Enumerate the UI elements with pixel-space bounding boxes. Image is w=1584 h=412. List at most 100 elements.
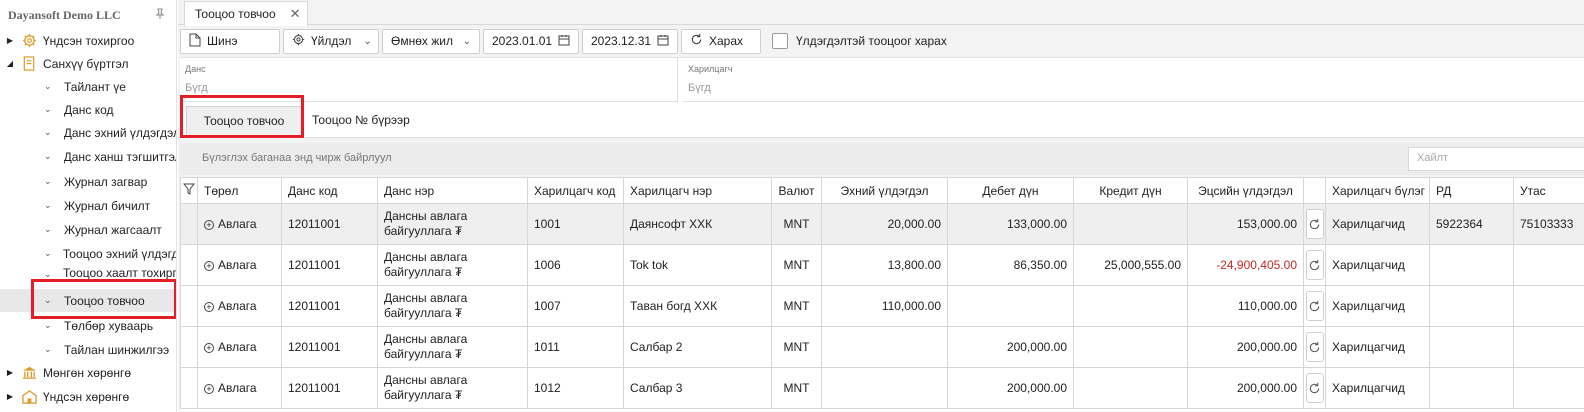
table-row[interactable]: + Авлага 12011001 Дансны авлага байгуулла… xyxy=(180,285,1584,327)
expand-arrow-icon[interactable]: ▶ xyxy=(5,392,15,401)
cell-currency[interactable]: MNT xyxy=(771,326,822,368)
sidebar-item-journal-template[interactable]: ⌄ Журнал загвар xyxy=(0,170,176,193)
col-partner-code[interactable]: Харилцагч код xyxy=(527,177,624,204)
cell-partner-name[interactable]: Салбар 3 xyxy=(623,367,772,409)
sidebar-item-account-opening[interactable]: ⌄ Данс эхний үлдэгдэл xyxy=(0,121,176,144)
sidebar-item-journal-entry[interactable]: ⌄ Журнал бичилт xyxy=(0,194,176,217)
sidebar-item-journal-list[interactable]: ⌄ Журнал жагсаалт xyxy=(0,218,176,241)
sidebar-item-cash[interactable]: ▶ Мөнгөн хөрөнгө xyxy=(0,361,176,384)
cell-phone[interactable] xyxy=(1513,367,1584,409)
expand-row-icon[interactable]: + xyxy=(204,261,214,271)
expand-arrow-icon[interactable]: ▶ xyxy=(5,36,15,45)
balance-checkbox[interactable] xyxy=(772,33,788,49)
cell-debit[interactable]: 200,000.00 xyxy=(947,367,1074,409)
cell-closing-balance[interactable]: 110,000.00 xyxy=(1187,285,1304,327)
cell-account-code[interactable]: 12011001 xyxy=(281,203,378,245)
sidebar-item-rate-adjust[interactable]: ⌄ Данс ханш тэгшитгэл xyxy=(0,145,176,168)
cell-opening-balance[interactable] xyxy=(821,367,948,409)
group-panel[interactable]: Бүлэглэх баганаа энд чирж байрлуул Хайлт xyxy=(180,143,1584,175)
pin-icon[interactable] xyxy=(154,8,166,23)
cell-closing-balance[interactable]: 153,000.00 xyxy=(1187,203,1304,245)
table-row[interactable]: + Авлага 12011001 Дансны авлага байгуулла… xyxy=(180,367,1584,409)
cell-debit[interactable]: 200,000.00 xyxy=(947,326,1074,368)
cell-closing-balance[interactable]: 200,000.00 xyxy=(1187,367,1304,409)
table-row[interactable]: + Авлага 12011001 Дансны авлага байгуулла… xyxy=(180,326,1584,368)
cell-credit[interactable]: 25,000,555.00 xyxy=(1073,244,1188,286)
col-account-name[interactable]: Данс нэр xyxy=(377,177,528,204)
cell-currency[interactable]: MNT xyxy=(771,203,822,245)
cell-type[interactable]: + Авлага xyxy=(197,244,282,286)
cell-debit[interactable]: 86,350.00 xyxy=(947,244,1074,286)
cell-debit[interactable]: 133,000.00 xyxy=(947,203,1074,245)
refresh-icon[interactable] xyxy=(1305,332,1324,362)
cell-credit[interactable] xyxy=(1073,367,1188,409)
cell-opening-balance[interactable]: 110,000.00 xyxy=(821,285,948,327)
period-dropdown[interactable]: Өмнөх жил ⌄ xyxy=(382,28,480,54)
col-closing-balance[interactable]: Эцсийн үлдэгдэл xyxy=(1187,177,1304,204)
sidebar-item-period[interactable]: ⌄ Тайлант үе xyxy=(0,75,176,98)
sidebar-item-basic-settings[interactable]: ▶ Үндсэн тохиргоо xyxy=(0,29,176,52)
cell-partner-group[interactable]: Харилцагчид xyxy=(1325,203,1430,245)
sidebar-item-settlement-opening[interactable]: ⌄ Тооцоо эхний үлдэгдэл xyxy=(0,242,176,265)
cell-partner-group[interactable]: Харилцагчид xyxy=(1325,367,1430,409)
col-partner-name[interactable]: Харилцагч нэр xyxy=(623,177,772,204)
cell-type[interactable]: + Авлага xyxy=(197,285,282,327)
cell-account-code[interactable]: 12011001 xyxy=(281,326,378,368)
table-row[interactable]: + Авлага 12011001 Дансны авлага байгуулла… xyxy=(180,244,1584,286)
cell-partner-group[interactable]: Харилцагчид xyxy=(1325,326,1430,368)
cell-credit[interactable] xyxy=(1073,203,1188,245)
cell-credit[interactable] xyxy=(1073,285,1188,327)
cell-rd[interactable] xyxy=(1429,285,1514,327)
calendar-icon[interactable] xyxy=(657,34,669,49)
view-button[interactable]: Харах xyxy=(681,28,761,54)
expand-row-icon[interactable]: + xyxy=(204,302,214,312)
col-debit[interactable]: Дебет дүн xyxy=(947,177,1074,204)
cell-partner-name[interactable]: Tok tok xyxy=(623,244,772,286)
search-input[interactable]: Хайлт xyxy=(1408,147,1584,171)
calendar-icon[interactable] xyxy=(558,34,570,49)
col-currency[interactable]: Валют xyxy=(771,177,822,204)
cell-partner-code[interactable]: 1012 xyxy=(527,367,624,409)
sidebar-item-account-code[interactable]: ⌄ Данс код xyxy=(0,98,176,121)
cell-partner-code[interactable]: 1001 xyxy=(527,203,624,245)
cell-account-code[interactable]: 12011001 xyxy=(281,285,378,327)
sidebar-item-finance[interactable]: ◢ Санхүү бүртгэл xyxy=(0,52,176,75)
cell-partner-name[interactable]: Салбар 2 xyxy=(623,326,772,368)
cell-rd[interactable]: 5922364 xyxy=(1429,203,1514,245)
col-opening-balance[interactable]: Эхний үлдэгдэл xyxy=(821,177,948,204)
cell-account-code[interactable]: 12011001 xyxy=(281,244,378,286)
col-phone[interactable]: Утас xyxy=(1513,177,1584,204)
cell-closing-balance[interactable]: 200,000.00 xyxy=(1187,326,1304,368)
cell-type[interactable]: + Авлага xyxy=(197,367,282,409)
cell-partner-group[interactable]: Харилцагчид xyxy=(1325,244,1430,286)
cell-partner-group[interactable]: Харилцагчид xyxy=(1325,285,1430,327)
col-credit[interactable]: Кредит дүн xyxy=(1073,177,1188,204)
cell-opening-balance[interactable] xyxy=(821,326,948,368)
cell-account-name[interactable]: Дансны авлага байгууллага ₮ xyxy=(377,244,528,286)
cell-partner-name[interactable]: Таван богд ХХК xyxy=(623,285,772,327)
cell-closing-balance[interactable]: -24,900,405.00 xyxy=(1187,244,1304,286)
cell-phone[interactable]: 75103333 xyxy=(1513,203,1584,245)
cell-account-code[interactable]: 12011001 xyxy=(281,367,378,409)
cell-phone[interactable] xyxy=(1513,244,1584,286)
cell-partner-name[interactable]: Даянсофт ХХК xyxy=(623,203,772,245)
sidebar-item-fixed-assets[interactable]: ▶ Үндсэн хөрөнгө xyxy=(0,385,176,408)
partner-filter[interactable]: Харилцагч Бүгд xyxy=(683,58,1584,102)
col-account-code[interactable]: Данс код xyxy=(281,177,378,204)
refresh-icon[interactable] xyxy=(1305,209,1324,239)
expand-arrow-icon[interactable]: ▶ xyxy=(5,368,15,377)
cell-rd[interactable] xyxy=(1429,326,1514,368)
col-rd[interactable]: РД xyxy=(1429,177,1514,204)
sidebar-item-payment-schedule[interactable]: ⌄ Төлбөр хуваарь xyxy=(0,314,176,337)
tab-settlement-summary-view[interactable]: Тооцоо товчоо xyxy=(186,106,302,136)
cell-account-name[interactable]: Дансны авлага байгууллага ₮ xyxy=(377,367,528,409)
cell-type[interactable]: + Авлага xyxy=(197,203,282,245)
cell-account-name[interactable]: Дансны авлага байгууллага ₮ xyxy=(377,203,528,245)
col-partner-group[interactable]: Харилцагч бүлэг xyxy=(1325,177,1430,204)
sidebar-item-report-analysis[interactable]: ⌄ Тайлан шинжилгээ xyxy=(0,338,176,361)
cell-credit[interactable] xyxy=(1073,326,1188,368)
cell-partner-code[interactable]: 1007 xyxy=(527,285,624,327)
cell-account-name[interactable]: Дансны авлага байгууллага ₮ xyxy=(377,326,528,368)
cell-debit[interactable] xyxy=(947,285,1074,327)
collapse-arrow-icon[interactable]: ◢ xyxy=(5,59,15,68)
